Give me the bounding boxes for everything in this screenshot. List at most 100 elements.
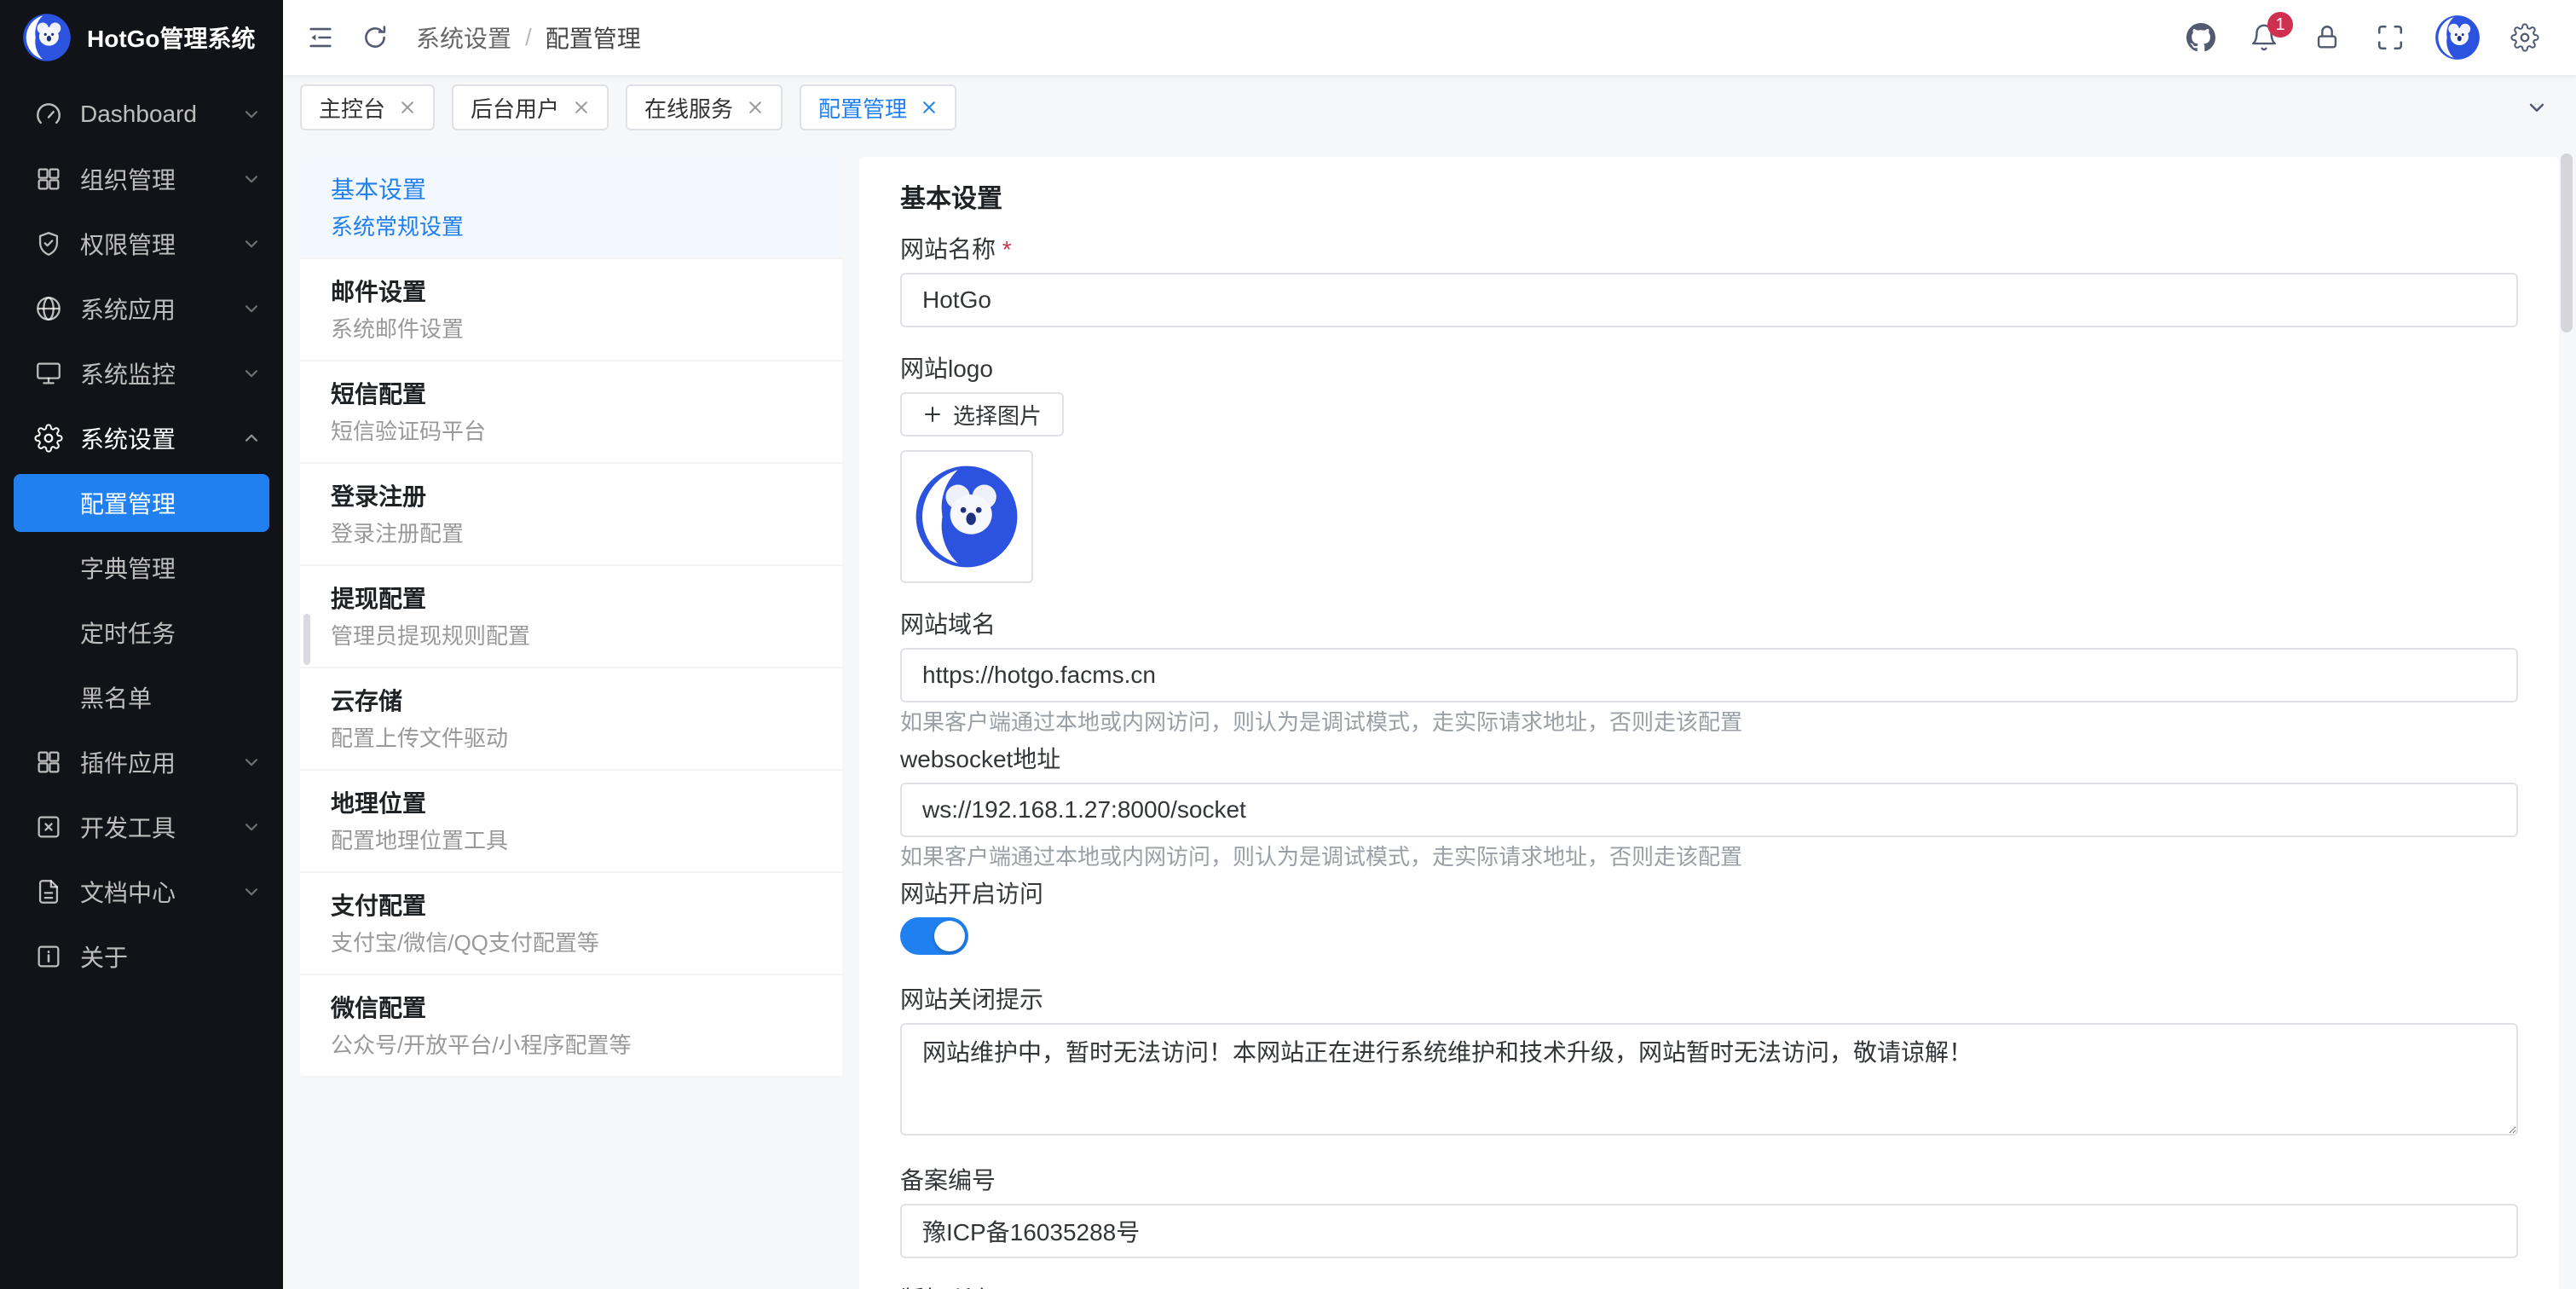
sidebar-item-label: 权限管理 [80,227,240,261]
site-domain-field: 网站域名 如果客户端通过本地或内网访问，则认为是调试模式，走实际请求地址，否则走… [900,610,2518,737]
settings-nav-subtitle: 公众号/开放平台/小程序配置等 [331,1032,811,1059]
site-name-input[interactable] [900,273,2518,327]
sidebar-item-label: 系统应用 [80,292,240,326]
info-icon [34,942,63,971]
lock-icon [2313,23,2342,52]
tab-admin-users[interactable]: 后台用户 [452,84,609,130]
github-icon [2186,23,2215,52]
fullscreen-button[interactable] [2363,10,2417,65]
main-area: 系统设置 / 配置管理 1 [283,0,2576,1289]
tab-close-icon[interactable] [747,99,764,116]
settings-nav-item-email[interactable]: 邮件设置 系统邮件设置 [300,259,842,361]
settings-nav-subtitle: 配置地理位置工具 [331,827,811,854]
settings-nav-item-geolocation[interactable]: 地理位置 配置地理位置工具 [300,771,842,873]
tab-config-management[interactable]: 配置管理 [800,84,956,130]
settings-nav-item-login-register[interactable]: 登录注册 登录注册配置 [300,464,842,566]
site-open-toggle[interactable] [900,917,968,955]
settings-nav-item-wechat[interactable]: 微信配置 公众号/开放平台/小程序配置等 [300,975,842,1078]
sidebar-item-label: 文档中心 [80,875,240,909]
menu-collapse-button[interactable] [293,10,348,65]
icp-field: 备案编号 [900,1166,2518,1258]
toggle-knob [934,921,965,951]
sidebar-item-label: Dashboard [80,101,240,128]
sidebar-item-label: 配置管理 [80,486,176,520]
org-grid-icon [34,165,63,194]
site-domain-input[interactable] [900,648,2518,702]
sidebar-item-about[interactable]: 关于 [0,924,283,989]
site-logo-preview[interactable] [900,450,1033,583]
websocket-input[interactable] [900,783,2518,837]
sidebar-item-dashboard[interactable]: Dashboard [0,82,283,147]
nav-scrollbar-thumb[interactable] [303,614,310,665]
menu-fold-icon [306,23,335,52]
app-logo[interactable]: HotGo管理系统 [0,0,283,75]
breadcrumb-section[interactable]: 系统设置 [416,20,511,55]
plugin-grid-icon [34,748,63,777]
basic-settings-form: 基本设置 网站名称 网站logo 选择图片 网站域名 [859,157,2559,1289]
close-tip-textarea[interactable]: 网站维护中，暂时无法访问！本网站正在进行系统维护和技术升级，网站暂时无法访问，敬… [900,1023,2518,1136]
settings-nav-item-payment[interactable]: 支付配置 支付宝/微信/QQ支付配置等 [300,873,842,975]
select-image-label: 选择图片 [953,399,1042,431]
content-area: 基本设置 系统常规设置 邮件设置 系统邮件设置 短信配置 短信验证码平台 登录注… [283,140,2576,1289]
refresh-button[interactable] [348,10,402,65]
globe-icon [34,294,63,323]
site-open-field: 网站开启访问 [900,880,2518,955]
chevron-down-icon [2524,95,2550,120]
chevron-down-icon [240,751,263,773]
sidebar-item-organization[interactable]: 组织管理 [0,147,283,211]
tab-console[interactable]: 主控台 [300,84,435,130]
sidebar-item-permissions[interactable]: 权限管理 [0,211,283,276]
close-tip-field: 网站关闭提示 网站维护中，暂时无法访问！本网站正在进行系统维护和技术升级，网站暂… [900,986,2518,1142]
icp-input[interactable] [900,1204,2518,1258]
tabs-dropdown-button[interactable] [2515,85,2559,130]
settings-nav-title: 基本设置 [331,174,811,206]
settings-nav-item-withdraw[interactable]: 提现配置 管理员提现规则配置 [300,566,842,668]
form-title: 基本设置 [900,184,2518,215]
site-name-label: 网站名称 [900,235,2518,264]
sidebar-item-system-monitor[interactable]: 系统监控 [0,341,283,406]
websocket-help: 如果客户端通过本地或内网访问，则认为是调试模式，走实际请求地址，否则走该配置 [900,842,2518,871]
tab-close-icon[interactable] [921,99,938,116]
settings-nav-item-basic[interactable]: 基本设置 系统常规设置 [300,157,842,259]
user-avatar[interactable] [2434,14,2481,61]
monitor-icon [34,359,63,388]
copyright-label: 版权所有 [900,1286,2518,1289]
lock-screen-button[interactable] [2300,10,2354,65]
websocket-field: websocket地址 如果客户端通过本地或内网访问，则认为是调试模式，走实际请… [900,745,2518,871]
sidebar-item-config-management[interactable]: 配置管理 [14,474,269,532]
sidebar-item-dev-tools[interactable]: 开发工具 [0,795,283,859]
sidebar-item-plugin-apps[interactable]: 插件应用 [0,730,283,795]
select-image-button[interactable]: 选择图片 [900,392,1064,436]
settings-nav-title: 登录注册 [331,481,811,513]
settings-nav-title: 微信配置 [331,992,811,1025]
sidebar-item-doc-center[interactable]: 文档中心 [0,859,283,924]
github-button[interactable] [2174,10,2228,65]
gear-icon [2510,23,2539,52]
sidebar-item-system-settings[interactable]: 系统设置 [0,406,283,471]
sidebar-item-label: 定时任务 [80,616,176,650]
chevron-down-icon [240,816,263,838]
chevron-down-icon [240,233,263,255]
close-tip-label: 网站关闭提示 [900,986,2518,1014]
settings-nav-subtitle: 登录注册配置 [331,520,811,547]
notifications-button[interactable]: 1 [2237,10,2291,65]
page-scrollbar-thumb[interactable] [2561,153,2573,332]
chevron-down-icon [240,362,263,384]
settings-nav-subtitle: 系统常规设置 [331,213,811,240]
sidebar-item-label: 系统监控 [80,356,240,390]
settings-button[interactable] [2498,10,2552,65]
settings-nav-item-sms[interactable]: 短信配置 短信验证码平台 [300,361,842,464]
maximize-icon [2376,23,2405,52]
sidebar-item-dictionary-management[interactable]: 字典管理 [0,535,283,600]
sidebar-item-blacklist[interactable]: 黑名单 [0,665,283,730]
sidebar-menu: Dashboard 组织管理 权限管理 系统应用 系统监控 [0,75,283,1289]
tab-online-service[interactable]: 在线服务 [626,84,783,130]
breadcrumb-page[interactable]: 配置管理 [546,20,641,55]
tab-close-icon[interactable] [399,99,416,116]
sidebar-item-system-apps[interactable]: 系统应用 [0,276,283,341]
sidebar-item-scheduled-tasks[interactable]: 定时任务 [0,600,283,665]
tab-close-icon[interactable] [573,99,590,116]
site-domain-label: 网站域名 [900,610,2518,639]
chevron-down-icon [240,103,263,125]
settings-nav-item-cloud-storage[interactable]: 云存储 配置上传文件驱动 [300,668,842,771]
